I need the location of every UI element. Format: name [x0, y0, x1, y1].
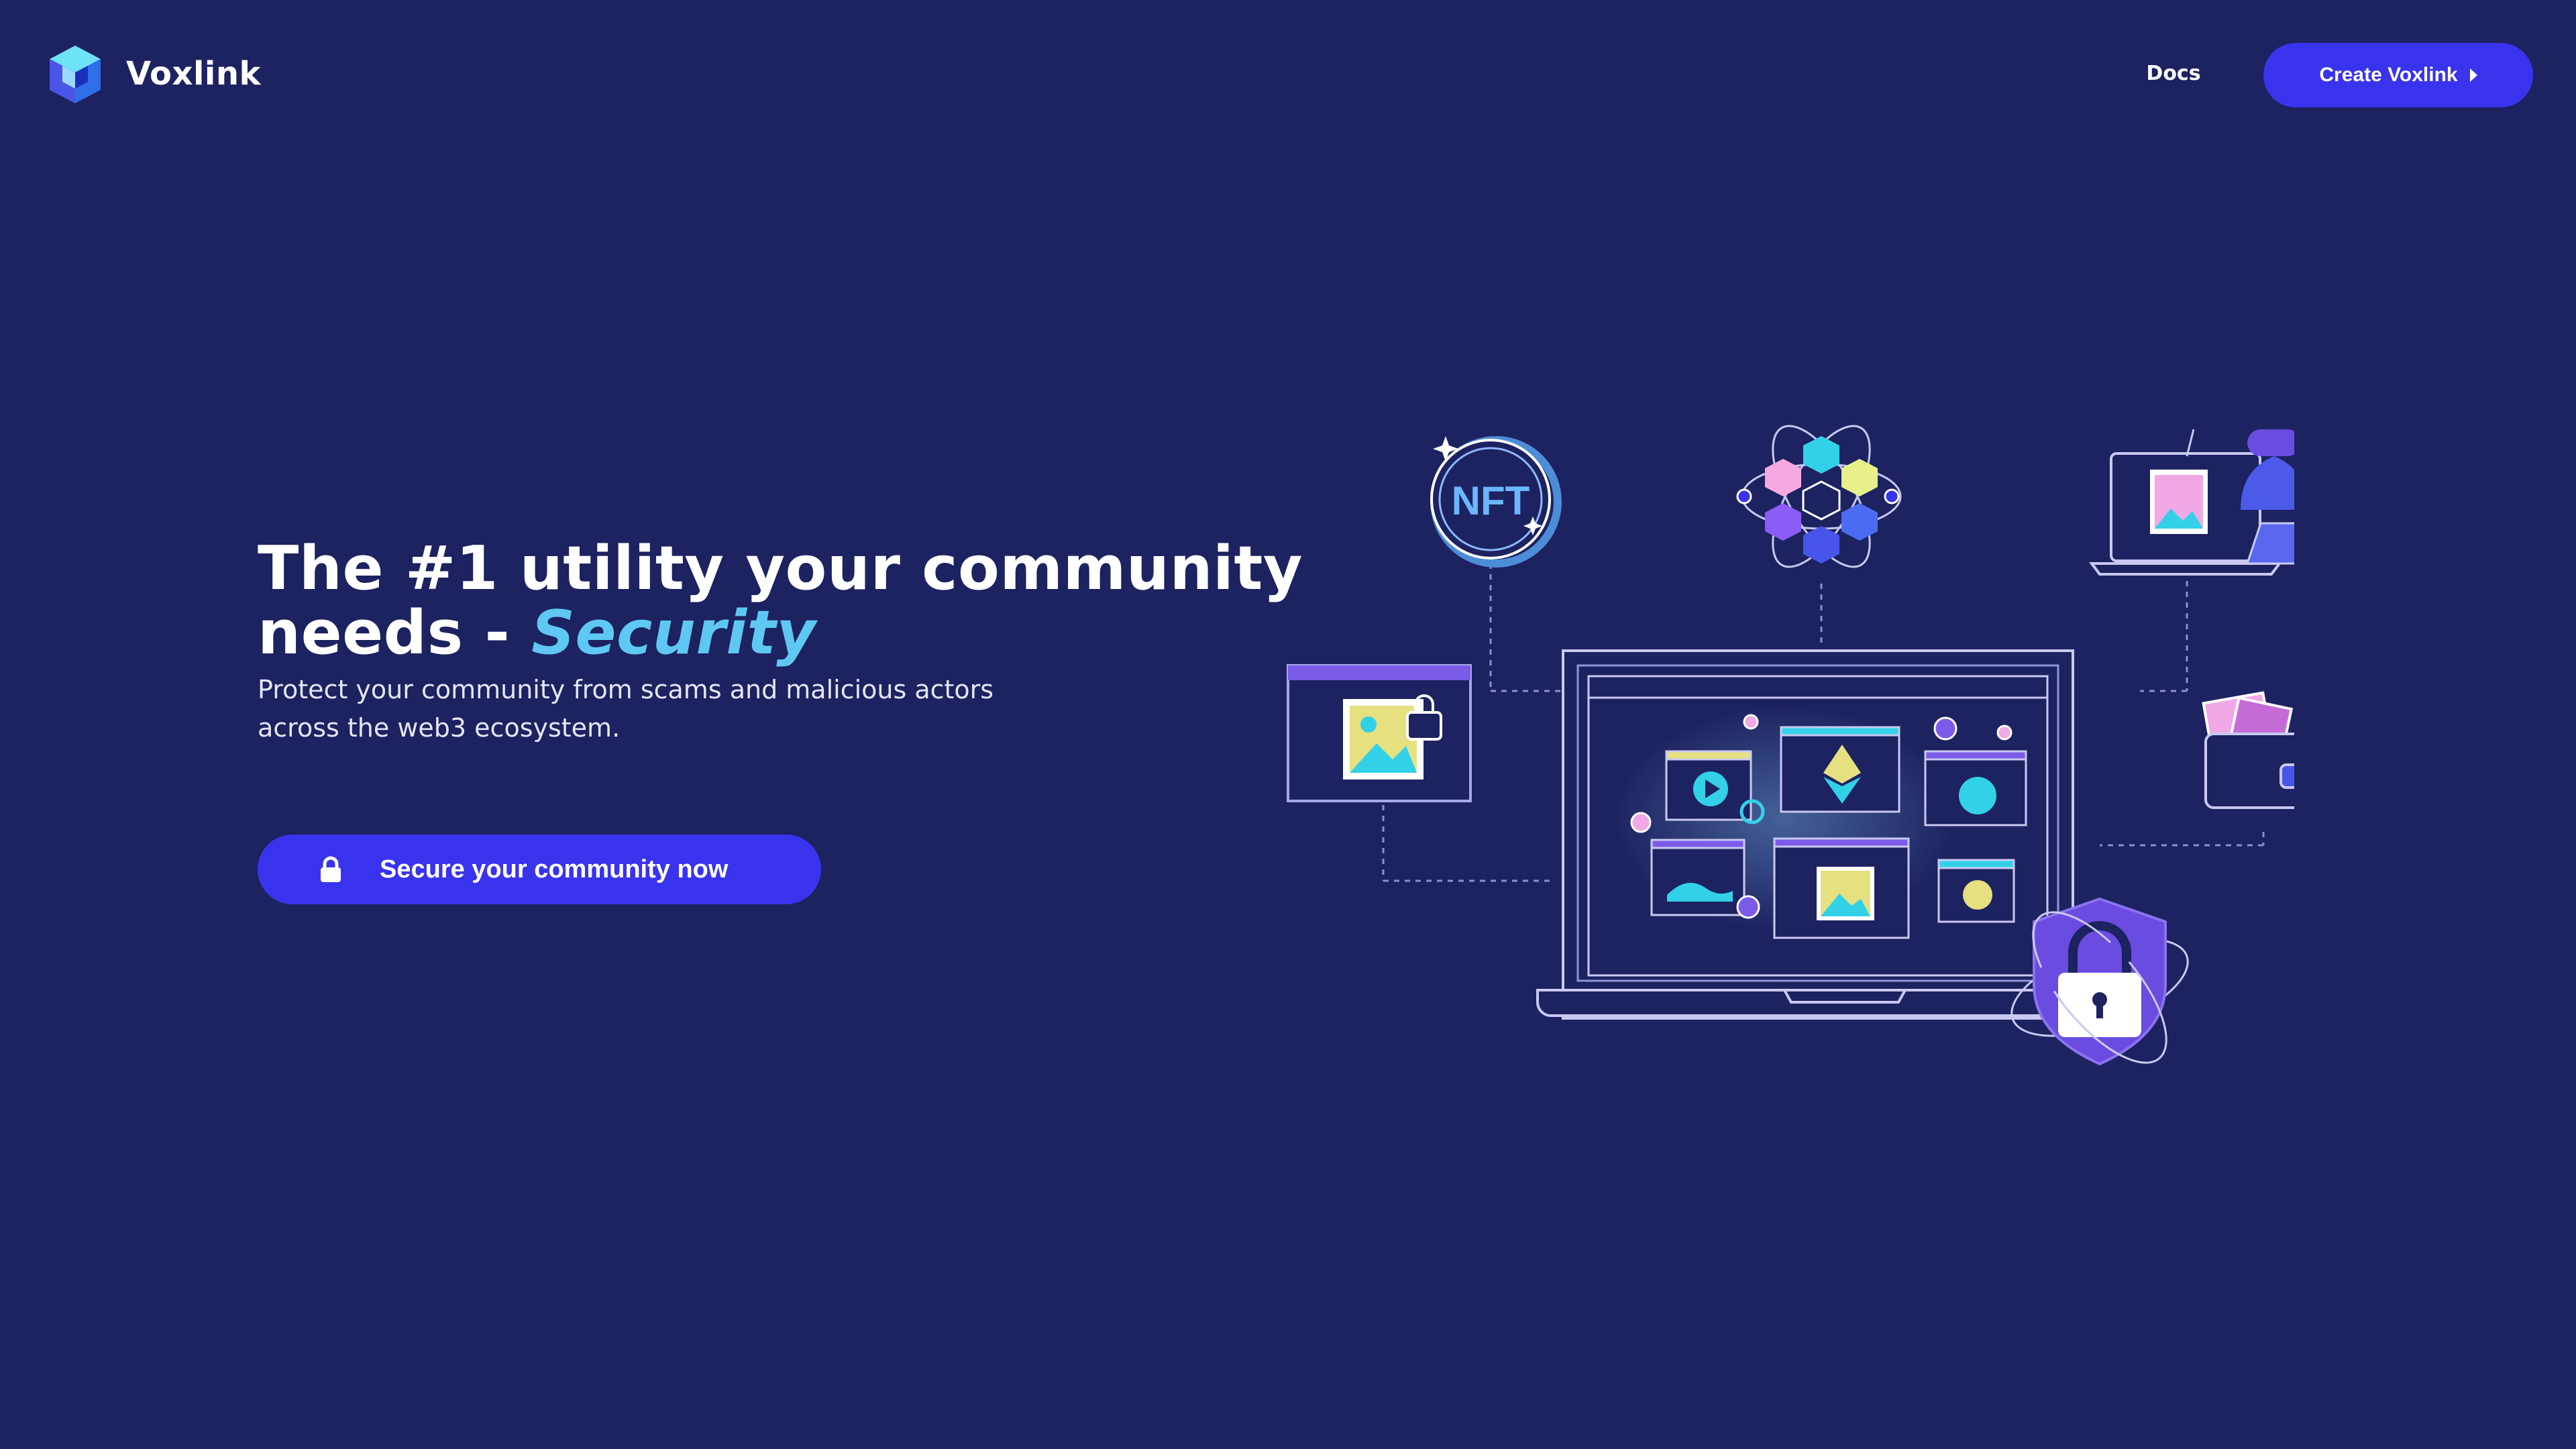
hacker-icon	[2089, 429, 2294, 576]
hero-title: The #1 utility your community needs - Se…	[258, 537, 1318, 665]
docs-link[interactable]: Docs	[2120, 56, 2227, 91]
wallet-icon	[2202, 691, 2294, 809]
image-window-icon	[1287, 664, 1472, 802]
landing-page: Voxlink Docs Create Voxlink The #1 utili…	[0, 0, 2576, 1449]
blockchain-atom-icon	[1736, 425, 1902, 568]
voxlink-logo-icon	[50, 46, 101, 103]
hero-subtitle: Protect your community from scams and ma…	[258, 671, 1076, 747]
nft-badge-icon: NFT	[1430, 436, 1562, 568]
secure-community-label: Secure your community now	[380, 855, 729, 883]
brand-logo-link[interactable]: Voxlink	[44, 42, 261, 106]
brand-name: Voxlink	[126, 55, 261, 93]
laptop-icon	[1536, 649, 2100, 1020]
nft-badge-text: NFT	[1452, 478, 1530, 523]
hero-title-accent: Security	[531, 598, 816, 668]
hero-subtitle-line1: Protect your community from scams and ma…	[258, 675, 994, 704]
security-illustration: NFT	[1287, 425, 2294, 1066]
lock-icon	[321, 856, 341, 882]
caret-right-icon	[2469, 68, 2477, 82]
hero-subtitle-line2: across the web3 ecosystem.	[258, 713, 621, 743]
secure-community-button[interactable]: Secure your community now	[258, 835, 821, 904]
create-voxlink-label: Create Voxlink	[2319, 64, 2458, 86]
create-voxlink-button[interactable]: Create Voxlink	[2263, 43, 2533, 107]
